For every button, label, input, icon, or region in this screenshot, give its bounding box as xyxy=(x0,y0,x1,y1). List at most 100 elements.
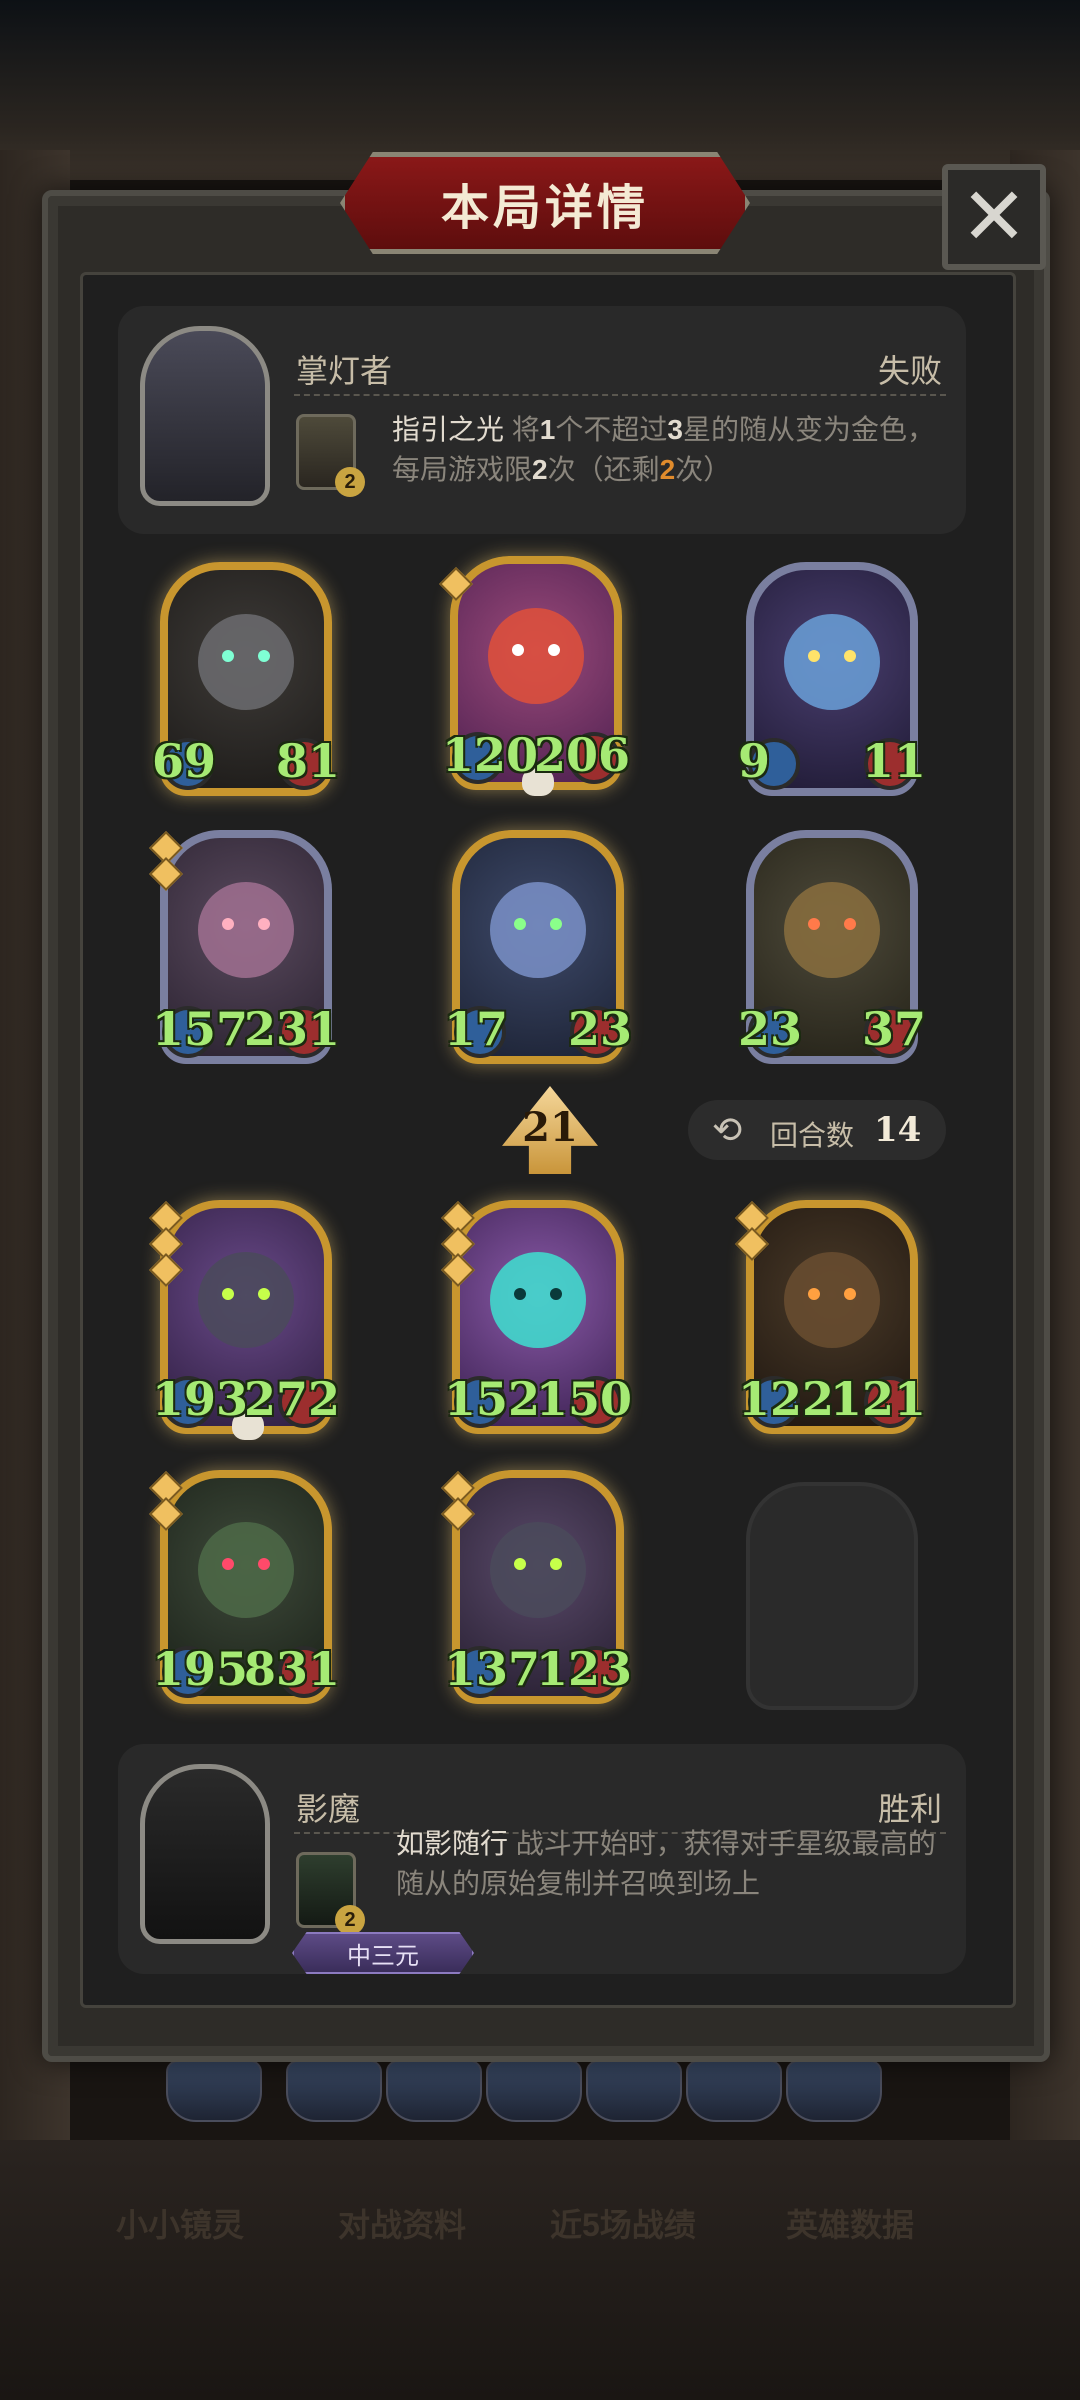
minion-art xyxy=(488,608,584,704)
background-minion-avatar xyxy=(486,2060,582,2122)
minion-health: 123 xyxy=(535,1642,632,1696)
minion-card[interactable]: 157 231 xyxy=(149,830,340,1064)
minion-health: 231 xyxy=(243,1002,340,1056)
minion-attack: 195 xyxy=(152,1642,249,1696)
minion-health: 206 xyxy=(533,728,630,782)
skill-level-badge: 2 xyxy=(335,1905,365,1935)
minion-eyes xyxy=(514,1288,562,1300)
minion-attack: 69 xyxy=(152,734,217,788)
minion-health: 831 xyxy=(243,1642,340,1696)
background-minion-avatar xyxy=(166,2060,262,2122)
minion-art xyxy=(490,1522,586,1618)
minion-art xyxy=(784,1252,880,1348)
minion-health: 11 xyxy=(861,734,926,788)
minion-attack: 137 xyxy=(444,1642,541,1696)
empty-minion-slot xyxy=(746,1482,918,1710)
minion-eyes xyxy=(512,644,560,656)
minion-art xyxy=(198,1252,294,1348)
skill-text: 将 xyxy=(504,414,540,445)
player-hero-name: 影魔 xyxy=(296,1791,361,1827)
skill-number: 2 xyxy=(532,454,548,485)
skill-text: 次（还剩 xyxy=(547,454,660,485)
background-minion-avatar xyxy=(686,2060,782,2122)
opponent-skill-description: 指引之光 将1个不超过3星的随从变为金色，每局游戏限2次（还剩2次） xyxy=(392,410,942,490)
minion-eyes xyxy=(808,1288,856,1300)
minion-health: 272 xyxy=(243,1372,340,1426)
close-button[interactable]: ✕ xyxy=(942,164,1046,270)
minion-card[interactable]: 17 23 xyxy=(444,830,632,1064)
skill-name: 指引之光 xyxy=(392,414,505,445)
minion-art xyxy=(490,882,586,978)
minion-eyes xyxy=(222,650,270,662)
minion-art xyxy=(198,614,294,710)
minion-eyes xyxy=(222,1558,270,1570)
tab-hero-data[interactable]: 英雄数据 xyxy=(786,2200,914,2246)
skill-text: 次） xyxy=(675,454,732,485)
minion-card[interactable]: 120 206 xyxy=(439,556,630,796)
tab-battle-info[interactable]: 对战资料 xyxy=(338,2200,466,2246)
opponent-hero-portrait[interactable] xyxy=(140,326,270,506)
minion-card[interactable]: 193 272 xyxy=(149,1200,340,1440)
minion-health: 37 xyxy=(861,1002,926,1056)
minion-eyes xyxy=(514,1558,562,1570)
opponent-hero-name: 掌灯者 xyxy=(296,353,393,389)
minion-art xyxy=(198,1522,294,1618)
skill-text: 个不超过 xyxy=(555,414,668,445)
tab-recent-5-games[interactable]: 近5场战绩 xyxy=(550,2200,696,2246)
bottom-background xyxy=(0,2140,1080,2400)
minion-attack: 122 xyxy=(738,1372,835,1426)
skill-name: 如影随行 xyxy=(396,1828,509,1859)
minion-health: 23 xyxy=(567,1002,632,1056)
background-minion-avatar xyxy=(286,2060,382,2122)
minion-eyes xyxy=(222,918,270,930)
minion-card[interactable]: 122 121 xyxy=(735,1200,926,1434)
minion-health: 81 xyxy=(275,734,340,788)
skill-remaining-uses: 2 xyxy=(659,454,676,485)
background-minion-avatar xyxy=(786,2060,882,2122)
background-minion-avatar xyxy=(586,2060,682,2122)
minion-attack: 193 xyxy=(152,1372,249,1426)
minion-eyes xyxy=(808,650,856,662)
lantern-skill-icon[interactable]: 2 xyxy=(296,414,365,497)
minion-card[interactable]: 195 831 xyxy=(149,1470,340,1704)
panel-title: 本局详情 xyxy=(440,180,649,236)
round-counter: ⟲ 回合数 14 xyxy=(688,1100,946,1160)
round-label: 回合数 xyxy=(770,1120,855,1151)
player-info-box: 影魔 胜利 2 如影随行 战斗开始时，获得对手星级最高的随从的原始复制并召唤到场… xyxy=(118,1744,966,1974)
skill-number: 1 xyxy=(539,414,556,445)
skill-number: 3 xyxy=(667,414,683,445)
player-title-tag: 中三元 xyxy=(292,1932,474,1974)
minion-card[interactable]: 137 123 xyxy=(441,1470,632,1704)
close-icon: ✕ xyxy=(960,172,1028,261)
minion-health: 121 xyxy=(829,1372,926,1426)
minion-eyes xyxy=(514,918,562,930)
panel-title-banner: 本局详情 xyxy=(340,152,750,254)
opponent-result: 失败 xyxy=(877,353,942,389)
minion-art xyxy=(784,614,880,710)
minion-health: 150 xyxy=(535,1372,632,1426)
minion-attack: 157 xyxy=(152,1002,249,1056)
minion-art xyxy=(198,882,294,978)
tavern-level: 21 xyxy=(522,1104,578,1151)
player-hero-portrait[interactable] xyxy=(140,1764,270,1944)
minion-card[interactable]: 69 81 xyxy=(152,562,340,796)
minion-attack: 120 xyxy=(442,728,539,782)
tab-little-mirror-spirit[interactable]: 小小镜灵 xyxy=(116,2200,244,2246)
minion-card[interactable]: 152 150 xyxy=(441,1200,632,1434)
shadow-skill-icon[interactable]: 2 xyxy=(296,1852,365,1935)
round-value: 14 xyxy=(874,1110,922,1150)
minion-card[interactable]: 23 37 xyxy=(738,830,926,1064)
minion-eyes xyxy=(808,918,856,930)
minion-card[interactable]: 9 11 xyxy=(738,562,926,796)
skill-level-badge: 2 xyxy=(335,467,365,497)
minion-attack: 23 xyxy=(738,1002,803,1056)
opponent-info-box: 掌灯者 失败 2 指引之光 将1个不超过3星的随从变为金色，每局游戏限2次（还剩… xyxy=(118,306,966,534)
player-skill-description: 如影随行 战斗开始时，获得对手星级最高的随从的原始复制并召唤到场上 xyxy=(396,1824,946,1904)
divider xyxy=(294,394,946,396)
refresh-icon: ⟲ xyxy=(712,1109,743,1150)
minion-eyes xyxy=(222,1288,270,1300)
minion-art xyxy=(784,882,880,978)
minion-attack: 152 xyxy=(444,1372,541,1426)
minion-art xyxy=(490,1252,586,1348)
minion-attack: 9 xyxy=(738,734,771,788)
